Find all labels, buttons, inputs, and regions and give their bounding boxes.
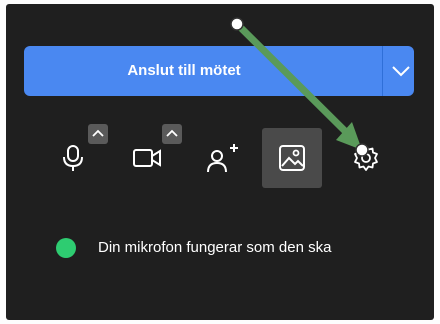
microphone-options-button[interactable] — [88, 124, 108, 144]
microphone-icon — [60, 144, 86, 172]
status-ok-indicator — [56, 238, 76, 258]
video-camera-icon — [132, 146, 162, 170]
chevron-up-icon — [92, 129, 104, 137]
camera-button[interactable] — [132, 146, 162, 170]
background-effects-button[interactable] — [262, 128, 322, 188]
join-meeting-label: Anslut till mötet — [127, 62, 241, 79]
microphone-status-text: Din mikrofon fungerar som den ska — [98, 239, 332, 256]
image-icon — [278, 144, 306, 177]
chevron-up-icon — [166, 129, 178, 137]
join-button-divider — [382, 46, 383, 96]
add-participant-button[interactable] — [206, 142, 240, 174]
add-person-icon — [206, 142, 240, 174]
gear-icon — [352, 144, 380, 172]
camera-options-button[interactable] — [162, 124, 182, 144]
microphone-button[interactable] — [60, 144, 86, 172]
settings-button[interactable] — [352, 144, 380, 172]
chevron-down-icon[interactable] — [390, 60, 412, 82]
join-meeting-button[interactable]: Anslut till mötet — [24, 46, 414, 96]
